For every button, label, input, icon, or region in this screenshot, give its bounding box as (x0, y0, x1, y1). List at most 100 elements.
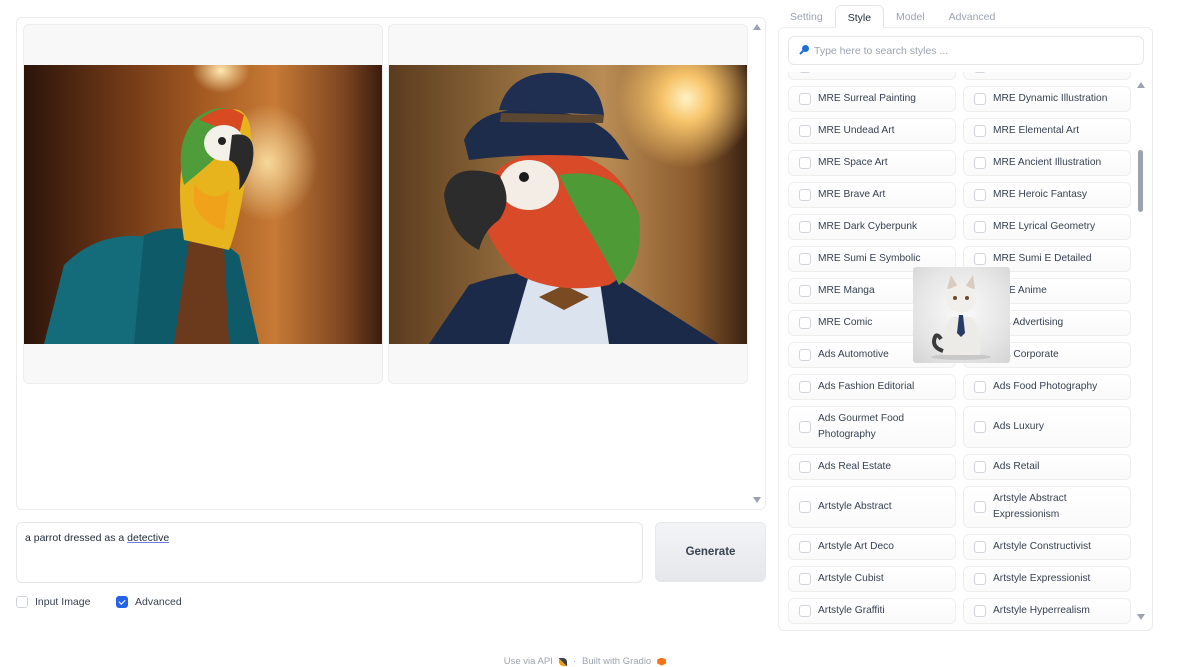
built-with-gradio-link[interactable]: Built with Gradio (582, 656, 651, 667)
style-option[interactable]: Artstyle Abstract Expressionism (963, 486, 1131, 528)
style-option[interactable]: MRE Undead Art (788, 118, 956, 144)
prompt-spellcheck-word: detective (127, 532, 169, 544)
style-checkbox[interactable] (799, 317, 811, 329)
style-checkbox[interactable] (799, 605, 811, 617)
style-option[interactable]: MRE Lyrical Geometry (963, 214, 1131, 240)
style-option[interactable]: Ads Luxury (963, 406, 1131, 448)
style-option-label: Artstyle Abstract Expressionism (993, 487, 1103, 527)
style-option[interactable]: Ads Gourmet Food Photography (788, 406, 956, 448)
style-option[interactable]: MRE Dark Cyberpunk (788, 214, 956, 240)
api-rocket-icon (559, 658, 567, 666)
style-checkbox[interactable] (974, 501, 986, 513)
style-option-label: Artstyle Abstract (818, 495, 892, 519)
use-via-api-link[interactable]: Use via API (504, 656, 553, 667)
style-option-label: Ads Fashion Editorial (818, 375, 914, 399)
settings-tabs: Setting Style Model Advanced (778, 5, 1007, 28)
style-option[interactable]: MRE Brave Art (788, 182, 956, 208)
checkbox-box[interactable] (16, 596, 28, 608)
style-checkbox[interactable] (974, 605, 986, 617)
style-option-label: Artstyle Constructivist (993, 535, 1091, 559)
style-checkbox[interactable] (974, 72, 986, 73)
scroll-up-icon[interactable] (1137, 82, 1145, 88)
style-option-label: Artstyle Cubist (818, 567, 884, 591)
style-option[interactable]: MRE Ancient Illustration (963, 150, 1131, 176)
advanced-checkbox[interactable]: Advanced (116, 596, 182, 608)
style-option-label: MRE Space Art (818, 151, 888, 175)
prompt-input[interactable]: a parrot dressed as a detective (16, 522, 643, 583)
style-option-label: MRE Gloomy Art (818, 72, 894, 79)
style-option[interactable]: MRE Dynamic Illustration (963, 86, 1131, 112)
style-option[interactable]: Artstyle Cubist (788, 566, 956, 592)
scroll-down-icon[interactable] (1137, 614, 1145, 620)
style-checkbox[interactable] (974, 125, 986, 137)
style-checkbox[interactable] (799, 253, 811, 265)
style-option-label: MRE Lyrical Geometry (993, 215, 1095, 239)
style-checkbox[interactable] (799, 501, 811, 513)
generated-image[interactable] (389, 65, 747, 344)
input-image-checkbox[interactable]: Input Image (16, 596, 90, 608)
style-option[interactable]: MRE Gloomy Art (788, 72, 956, 80)
style-option[interactable]: MRE Surreal Painting (788, 86, 956, 112)
checkbox-box-checked[interactable] (116, 596, 128, 608)
style-option[interactable]: MRE Space Art (788, 150, 956, 176)
style-checkbox[interactable] (974, 93, 986, 105)
style-checkbox[interactable] (974, 381, 986, 393)
style-option-label: MRE Dynamic Illustration (993, 87, 1107, 111)
style-checkbox[interactable] (799, 541, 811, 553)
style-option[interactable]: Artstyle Graffiti (788, 598, 956, 624)
gallery-scroll-down-icon[interactable] (753, 497, 761, 503)
style-search-input[interactable] (814, 45, 1134, 57)
style-checkbox[interactable] (799, 221, 811, 233)
style-checkbox[interactable] (974, 189, 986, 201)
gallery-scroll-up-icon[interactable] (753, 24, 761, 30)
style-option[interactable]: Artstyle Art Deco (788, 534, 956, 560)
generated-image[interactable] (24, 65, 382, 344)
style-option[interactable]: MRE Underground (963, 72, 1131, 80)
style-checkbox[interactable] (799, 189, 811, 201)
gallery-item[interactable] (23, 24, 383, 384)
style-option[interactable]: Ads Retail (963, 454, 1131, 480)
style-option[interactable]: Ads Food Photography (963, 374, 1131, 400)
style-checkbox[interactable] (799, 461, 811, 473)
scrollbar-thumb[interactable] (1138, 150, 1143, 212)
footer-separator: · (573, 656, 576, 667)
style-checkbox[interactable] (974, 221, 986, 233)
style-checkbox[interactable] (974, 421, 986, 433)
style-option-label: MRE Sumi E Symbolic (818, 247, 920, 271)
style-checkbox[interactable] (974, 157, 986, 169)
style-checkbox[interactable] (974, 573, 986, 585)
style-checkbox[interactable] (799, 573, 811, 585)
generate-button[interactable]: Generate (655, 522, 766, 582)
style-checkbox[interactable] (799, 285, 811, 297)
style-checkbox[interactable] (974, 253, 986, 265)
style-option[interactable]: Artstyle Expressionist (963, 566, 1131, 592)
style-option-label: MRE Brave Art (818, 183, 885, 207)
style-option-label: MRE Ancient Illustration (993, 151, 1101, 175)
style-checkbox[interactable] (799, 157, 811, 169)
style-option[interactable]: Artstyle Constructivist (963, 534, 1131, 560)
tab-model[interactable]: Model (884, 5, 937, 28)
style-checkbox[interactable] (799, 349, 811, 361)
gallery-item[interactable] (388, 24, 748, 384)
style-option-label: MRE Manga (818, 279, 875, 303)
style-option[interactable]: MRE Heroic Fantasy (963, 182, 1131, 208)
style-checkbox[interactable] (974, 461, 986, 473)
style-checkbox[interactable] (799, 93, 811, 105)
style-search[interactable] (788, 36, 1144, 65)
style-option-label: MRE Undead Art (818, 119, 894, 143)
tab-style[interactable]: Style (835, 5, 884, 28)
tab-advanced[interactable]: Advanced (937, 5, 1008, 28)
style-checkbox[interactable] (799, 421, 811, 433)
style-checkbox[interactable] (974, 541, 986, 553)
style-checkbox[interactable] (799, 381, 811, 393)
style-option[interactable]: Ads Fashion Editorial (788, 374, 956, 400)
style-option[interactable]: Ads Real Estate (788, 454, 956, 480)
style-list-scrollbar[interactable] (1136, 78, 1146, 628)
style-checkbox[interactable] (799, 125, 811, 137)
style-option[interactable]: Artstyle Abstract (788, 486, 956, 528)
style-option[interactable]: Artstyle Hyperrealism (963, 598, 1131, 624)
tab-setting[interactable]: Setting (778, 5, 835, 28)
prompt-text: a parrot dressed as a (25, 532, 127, 544)
style-option[interactable]: MRE Elemental Art (963, 118, 1131, 144)
style-checkbox[interactable] (799, 72, 811, 73)
